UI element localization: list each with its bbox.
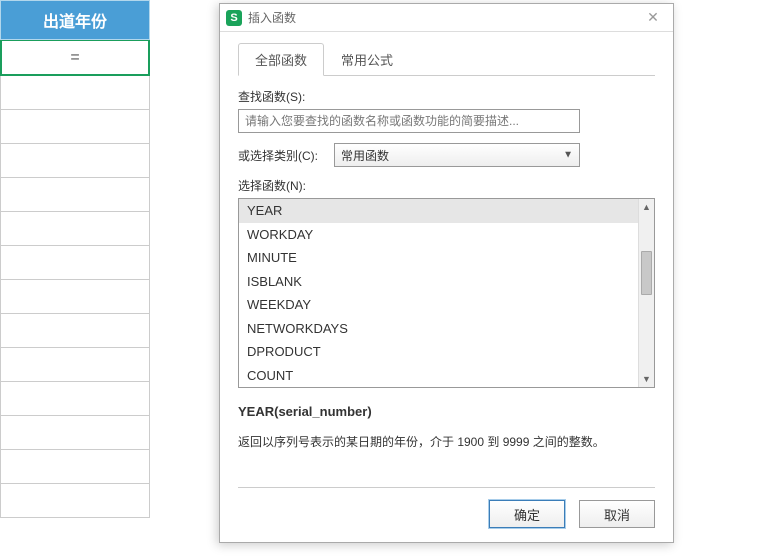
close-button[interactable]: ✕ [639, 7, 667, 29]
function-item-weekday[interactable]: WEEKDAY [239, 293, 638, 317]
function-list-items: YEAR WORKDAY MINUTE ISBLANK WEEKDAY NETW… [239, 199, 638, 387]
scrollbar[interactable]: ▲ ▼ [638, 199, 654, 387]
empty-cell[interactable] [0, 348, 150, 382]
empty-cell[interactable] [0, 76, 150, 110]
chevron-down-icon: ▼ [563, 150, 573, 161]
empty-cell[interactable] [0, 144, 150, 178]
search-input[interactable] [238, 109, 580, 133]
function-item-isblank[interactable]: ISBLANK [239, 270, 638, 294]
separator [238, 487, 655, 488]
empty-cell[interactable] [0, 382, 150, 416]
function-item-minute[interactable]: MINUTE [239, 246, 638, 270]
category-value: 常用函数 [341, 147, 389, 164]
category-label: 或选择类别(C): [238, 147, 334, 164]
empty-cell[interactable] [0, 484, 150, 518]
function-description: 返回以序列号表示的某日期的年份，介于 1900 到 9999 之间的整数。 [238, 433, 655, 452]
dialog-title: 插入函数 [248, 9, 639, 26]
scroll-up-icon[interactable]: ▲ [639, 199, 654, 215]
empty-cell[interactable] [0, 178, 150, 212]
tab-bar: 全部函数 常用公式 [238, 42, 655, 76]
empty-cell[interactable] [0, 280, 150, 314]
scroll-thumb[interactable] [641, 251, 652, 295]
scroll-down-icon[interactable]: ▼ [639, 371, 654, 387]
empty-cell[interactable] [0, 416, 150, 450]
empty-cell[interactable] [0, 110, 150, 144]
function-syntax: YEAR(serial_number) [238, 404, 655, 419]
function-item-year[interactable]: YEAR [239, 199, 638, 223]
column-header: 出道年份 [0, 0, 150, 40]
scroll-track[interactable] [639, 215, 654, 371]
function-description-box: YEAR(serial_number) 返回以序列号表示的某日期的年份，介于 1… [238, 404, 655, 484]
function-item-dproduct[interactable]: DPRODUCT [239, 340, 638, 364]
category-row: 或选择类别(C): 常用函数 ▼ [238, 143, 655, 167]
tab-all-functions[interactable]: 全部函数 [238, 43, 324, 76]
spreadsheet-column: 出道年份 = [0, 0, 150, 518]
function-item-workday[interactable]: WORKDAY [239, 223, 638, 247]
function-item-count[interactable]: COUNT [239, 364, 638, 388]
cancel-button[interactable]: 取消 [579, 500, 655, 528]
empty-cell[interactable] [0, 246, 150, 280]
empty-cell[interactable] [0, 212, 150, 246]
empty-cell[interactable] [0, 314, 150, 348]
search-label: 查找函数(S): [238, 88, 655, 105]
function-listbox[interactable]: YEAR WORKDAY MINUTE ISBLANK WEEKDAY NETW… [238, 198, 655, 388]
formula-cell[interactable]: = [0, 40, 150, 76]
category-select[interactable]: 常用函数 ▼ [334, 143, 580, 167]
function-item-networkdays[interactable]: NETWORKDAYS [239, 317, 638, 341]
tab-common-formulas[interactable]: 常用公式 [324, 43, 410, 76]
app-icon [226, 10, 242, 26]
function-list-label: 选择函数(N): [238, 177, 655, 194]
insert-function-dialog: 插入函数 ✕ 全部函数 常用公式 查找函数(S): 或选择类别(C): 常用函数… [219, 3, 674, 543]
button-row: 确定 取消 [238, 500, 655, 528]
close-icon: ✕ [647, 9, 659, 26]
titlebar[interactable]: 插入函数 ✕ [220, 4, 673, 32]
ok-button[interactable]: 确定 [489, 500, 565, 528]
empty-cell[interactable] [0, 450, 150, 484]
dialog-body: 全部函数 常用公式 查找函数(S): 或选择类别(C): 常用函数 ▼ 选择函数… [220, 32, 673, 542]
